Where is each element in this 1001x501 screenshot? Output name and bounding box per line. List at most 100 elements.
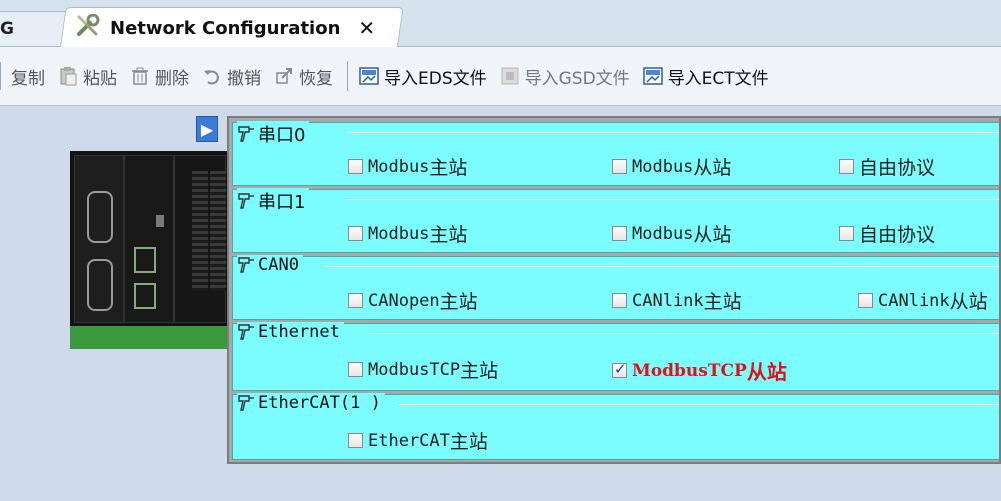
plug-icon [238,257,254,273]
option-suffix: 自由协议 [859,157,936,179]
option-prefix: Modbus [632,156,694,177]
checkbox[interactable] [858,293,873,308]
option-canopen-master[interactable]: CANopen 主站 [348,287,478,314]
close-tab-icon[interactable]: ✕ [358,16,375,40]
checkbox[interactable] [348,362,363,377]
group-title: EtherCAT(1 ) [237,393,385,413]
device-connector [156,215,164,227]
group-title-text: Ethernet [258,322,340,342]
protocol-panel: 串口0 Modbus 主站 Modbus 从站 自由协议 串口1 Modbus … [227,116,1001,464]
checkbox[interactable] [612,159,627,174]
checkbox[interactable] [839,226,854,241]
checkbox[interactable] [839,159,854,174]
checkbox-checked[interactable] [612,360,627,378]
option-suffix: 主站 [449,431,488,453]
option-prefix: CANopen [368,290,440,311]
group-serial0: 串口0 Modbus 主站 Modbus 从站 自由协议 [232,121,999,186]
group-can0: CAN0 CANopen 主站 CANlink 主站 CANlink 从站 [232,255,999,320]
group-title: CAN0 [237,255,303,275]
tab-network-configuration-content: Network Configuration ✕ [76,11,375,45]
option-suffix: 从站 [949,291,988,313]
option-prefix: CANlink [632,290,704,311]
option-prefix: Modbus [368,223,430,244]
import-gsd-button[interactable]: 导入GSD文件 [499,64,630,89]
option-prefix: Modbus [368,156,430,177]
group-title: 串口1 [237,188,310,214]
import-eds-icon [358,65,380,87]
undo-label: 撤销 [227,68,261,89]
option-free-protocol[interactable]: 自由协议 [839,220,936,247]
option-canlink-slave[interactable]: CANlink 从站 [858,287,988,314]
group-title: 串口0 [237,121,310,147]
paste-button[interactable]: 粘贴 [57,64,117,89]
undo-icon [201,65,223,87]
group-serial1: 串口1 Modbus 主站 Modbus 从站 自由协议 [232,188,999,253]
checkbox[interactable] [348,433,363,448]
option-prefix: Modbus [632,223,694,244]
group-ethernet: Ethernet ModbusTCP 主站 ModbusTCP 从站 [232,322,999,391]
redo-button[interactable]: 恢复 [273,64,333,89]
checkbox[interactable] [612,293,627,308]
option-modbustcp-master[interactable]: ModbusTCP 主站 [348,356,499,383]
paste-label: 粘贴 [83,68,117,89]
import-gsd-label: 导入GSD文件 [524,68,630,89]
tools-icon [76,13,102,42]
checkbox[interactable] [348,226,363,241]
toolbar-separator [347,61,348,91]
import-eds-label: 导入EDS文件 [384,68,487,89]
group-rule [368,333,999,334]
plc-device-image[interactable] [70,151,228,349]
delete-button[interactable]: 删除 [129,64,189,89]
redo-label: 恢复 [299,68,333,89]
option-free-protocol[interactable]: 自由协议 [839,153,936,180]
import-eds-button[interactable]: 导入EDS文件 [358,64,487,89]
device-base [70,326,228,349]
option-prefix: ModbusTCP [632,360,747,381]
option-suffix: 主站 [703,291,742,313]
option-ethercat-master[interactable]: EtherCAT 主站 [348,427,488,454]
option-modbus-slave[interactable]: Modbus 从站 [612,220,732,247]
option-suffix: 主站 [429,157,468,179]
option-suffix: 从站 [693,157,732,179]
checkbox[interactable] [348,159,363,174]
group-rule [348,132,999,133]
import-gsd-icon [499,65,521,87]
undo-button[interactable]: 撤销 [201,64,261,89]
play-arrow-icon: ▶ [200,119,214,139]
group-title-text: EtherCAT(1 ) [258,393,381,413]
option-modbus-master[interactable]: Modbus 主站 [348,153,468,180]
redo-icon [273,65,295,87]
option-modbus-slave[interactable]: Modbus 从站 [612,153,732,180]
import-ect-button[interactable]: 导入ECT文件 [642,64,769,89]
serial-port-1 [87,259,113,311]
group-rule [399,404,999,405]
io-pin-strip [192,171,208,291]
paste-icon [57,65,79,87]
checkbox[interactable] [348,293,363,308]
expand-arrow-button[interactable]: ▶ [196,116,218,142]
tab-label: Network Configuration [110,17,341,39]
option-modbus-master[interactable]: Modbus 主站 [348,220,468,247]
ethernet-port-a [134,247,156,273]
copy-button[interactable]: 复制 [11,64,45,89]
plug-icon [238,395,254,411]
option-suffix: 自由协议 [859,224,936,246]
option-suffix: 主站 [429,224,468,246]
delete-label: 删除 [155,68,189,89]
option-prefix: EtherCAT [368,430,450,451]
option-modbustcp-slave[interactable]: ModbusTCP 从站 [612,356,787,385]
option-suffix: 从站 [693,224,732,246]
option-canlink-master[interactable]: CANlink 主站 [612,287,742,314]
option-suffix: 主站 [439,291,478,313]
option-prefix: CANlink [878,290,950,311]
serial-port-0 [87,191,113,243]
tab-bar: G Network Configuration ✕ [0,0,1001,47]
import-ect-icon [642,65,664,87]
checkbox[interactable] [612,226,627,241]
group-rule [348,199,999,200]
import-ect-label: 导入ECT文件 [667,68,769,89]
group-title-text: 串口1 [258,192,306,213]
toolbar-edge [0,62,9,90]
delete-icon [129,65,151,87]
tab-previous[interactable]: G [0,11,66,46]
